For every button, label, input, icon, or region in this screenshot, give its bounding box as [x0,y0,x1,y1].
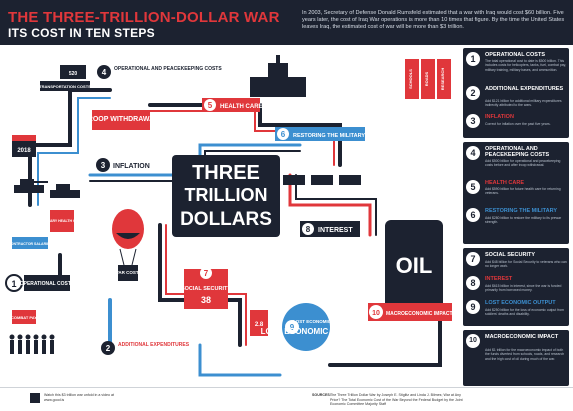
research-text: RESEARCH [440,68,445,91]
oil-tank: OIL [385,220,443,310]
footer-sources: The Three Trillion Dollar War by Joseph … [330,393,463,407]
step-10-text: MACROECONOMIC IMPACT [386,311,453,317]
svg-text:10: 10 [372,310,380,317]
roads-text: ROADS [424,71,429,86]
svg-text:3: 3 [101,161,106,170]
step-5-label: 5 HEALTH CARE [202,98,263,112]
calendar-2018: 2018 [12,135,36,157]
legend: 1 OPERATIONAL COSTS The total operationa… [463,48,569,386]
illustration: 520 TRANSPORTATION COSTS 4 OPERATIONAL A… [0,45,460,387]
footer-video-link[interactable]: Watch this $3 trillion war unfold in a v… [44,393,134,402]
soldiers [9,334,55,354]
capitol-building [250,55,306,97]
page-title: THE THREE-TRILLION-DOLLAR WAR [8,9,280,26]
combat-pay-sign: COMBAT PAY [11,310,37,324]
year-text: 2018 [17,148,31,154]
contractor-salaries-sign: CONTRACTOR SALARIES [8,237,52,249]
center-title-line-1: THREE [192,162,260,184]
war-costs-text: WAR COSTS [114,270,141,275]
troop-withdrawal-text: TROOP WITHDRAWAL [84,116,160,123]
war-costs-balloon: WAR COSTS [112,209,144,281]
contractor-salaries-text: CONTRACTOR SALARIES [8,242,52,246]
svg-text:5: 5 [208,101,213,110]
good-logo-icon [30,393,40,403]
step-7-text: SOCIAL SECURITY [181,286,231,292]
step-9-label: 9 LOST ECONOMIC LOST ECONOMIC OUTPUT [261,303,364,351]
thirty-eight-text: 38 [201,295,211,305]
center-title-line-2: TRILLION [185,185,268,205]
step-8-text: INTEREST [318,227,353,234]
fuel-price-text: 520 [69,71,78,77]
step-6-label: 6 RESTORING THE MILITARY [275,127,365,141]
svg-text:4: 4 [102,68,107,77]
step-3-label: 3 INFLATION [96,158,150,172]
center-title: THREE TRILLION DOLLARS [172,155,280,237]
step-2-label: 2 ADDITIONAL EXPENDITURES [101,341,190,355]
troop-withdrawal-sign: TROOP WITHDRAWAL [84,110,160,130]
step-5-text: HEALTH CARE [220,104,263,110]
military-health-care-text: MILITARY HEALTH CARE [41,219,84,223]
combat-pay-text: COMBAT PAY [11,315,37,320]
step-3-text: INFLATION [113,163,150,170]
oil-text: OIL [396,253,433,278]
lost-econ-text: LOST ECONOMIC [293,319,332,324]
step-1-text: OPERATIONAL COSTS [20,281,75,287]
step-6-text: RESTORING THE MILITARY [293,133,365,139]
header: THE THREE-TRILLION-DOLLAR WAR ITS COST I… [0,0,573,45]
step-4-text: OPERATIONAL AND PEACEKEEPING COSTS [114,66,222,72]
step-2-text: ADDITIONAL EXPENDITURES [118,342,190,348]
svg-text:2: 2 [106,344,111,353]
tanks [14,179,80,198]
step-1-label: 1 OPERATIONAL COSTS [5,274,75,292]
step-9-text: LOST ECONOMIC OUTPUT [261,327,364,336]
footer-sources-label: SOURCES: [312,393,331,397]
illustration-svg: 520 TRANSPORTATION COSTS 4 OPERATIONAL A… [5,55,453,377]
military-health-care-sign: MILITARY HEALTH CARE [41,210,84,232]
infographic: { "header": { "title": "THE THREE-TRILLI… [0,0,573,411]
transportation-costs-sign: 520 TRANSPORTATION COSTS [39,65,91,91]
step-4-label: 4 OPERATIONAL AND PEACEKEEPING COSTS [97,65,222,79]
footer: Watch this $3 trillion war unfold in a v… [0,387,573,411]
step-10-label: 10 MACROECONOMIC IMPACT [368,303,453,321]
transportation-costs-text: TRANSPORTATION COSTS [39,84,91,89]
legend-group-4: 10 MACROECONOMIC IMPACT Add $1 trillion … [463,330,569,386]
public-spending-signs: SCHOOLS ROADS RESEARCH [405,59,451,99]
step-7-label: 7 SOCIAL SECURITY 38 [181,267,231,309]
page-subtitle: ITS COST IN TEN STEPS [8,26,155,40]
svg-text:8: 8 [306,225,311,234]
intro-text: In 2003, Secretary of Defense Donald Rum… [302,10,565,31]
svg-text:1: 1 [11,279,16,289]
legend-group-2: 4 OPERATIONAL AND PEACEKEEPING COSTS Add… [463,142,569,244]
center-title-line-3: DOLLARS [180,209,272,230]
svg-text:6: 6 [281,130,286,139]
legend-group-3: 7 SOCIAL SECURITY Add $48 billion for So… [463,248,569,326]
schools-text: SCHOOLS [408,69,413,89]
svg-text:7: 7 [204,269,209,278]
legend-group-1: 1 OPERATIONAL COSTS The total operationa… [463,48,569,138]
step-8-label: 8 INTEREST [300,221,360,237]
